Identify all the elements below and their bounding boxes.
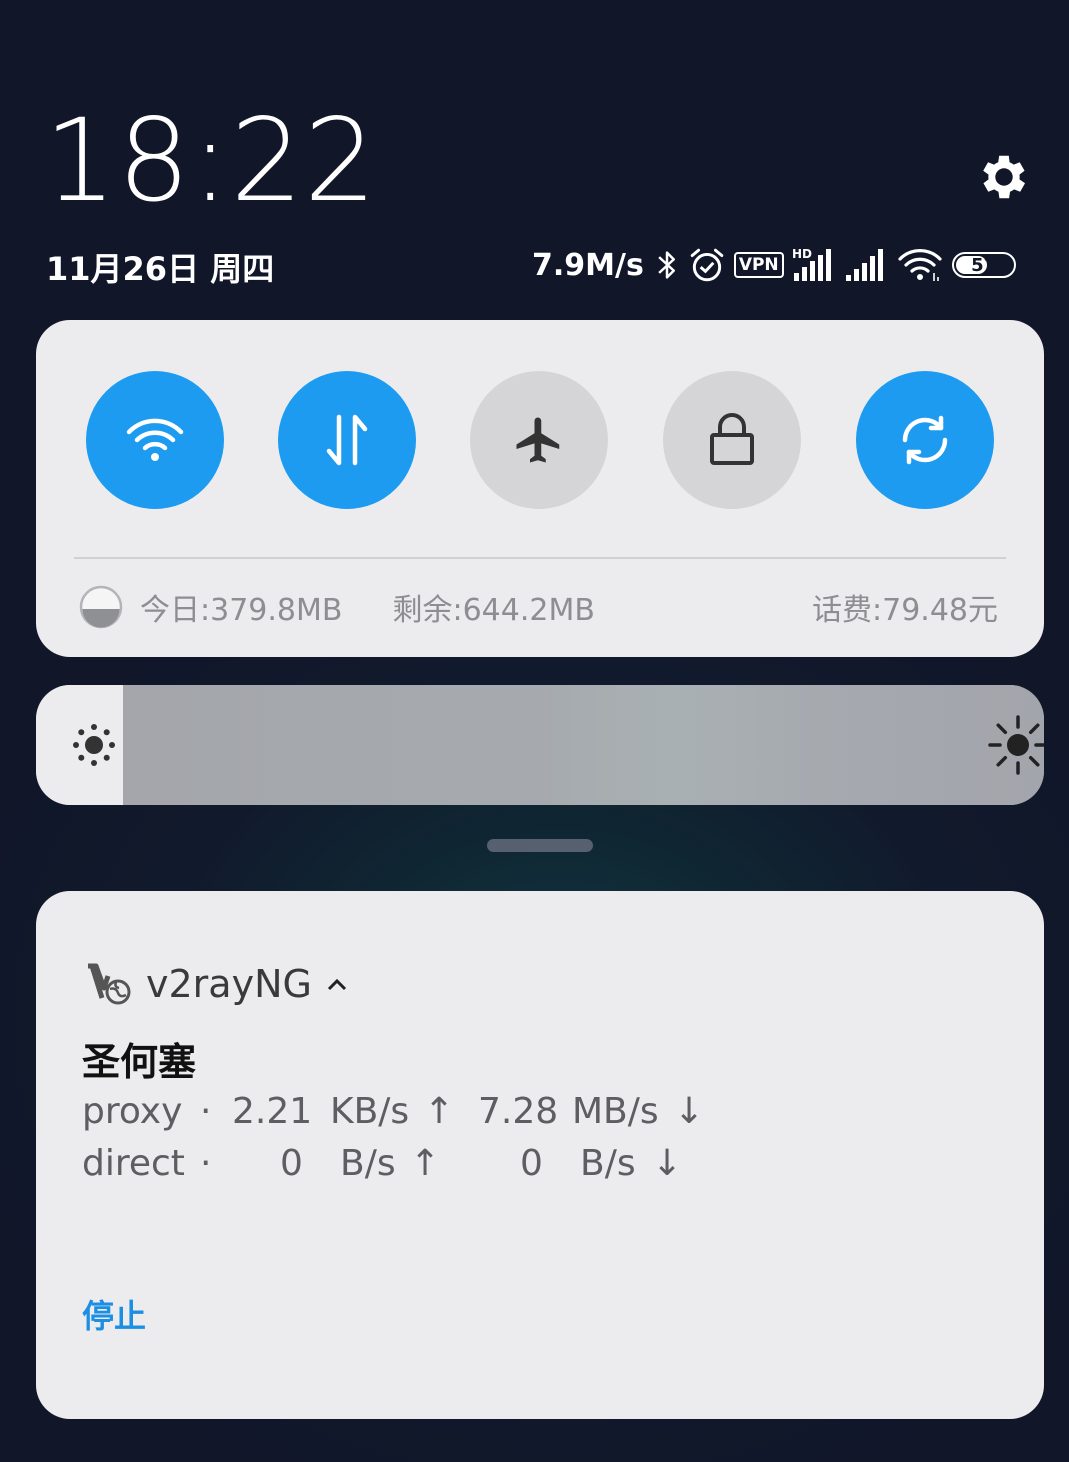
date[interactable]: 11月26日 周四	[46, 244, 274, 290]
auto-rotate-toggle[interactable]	[856, 371, 994, 509]
traffic-label: proxy	[82, 1091, 183, 1132]
upload-unit: KB/s	[330, 1091, 410, 1132]
phone-balance: 话费:79.48元	[812, 593, 998, 628]
data-usage-remaining: 剩余:644.2MB	[392, 593, 595, 628]
signal-icon	[845, 249, 883, 281]
download-arrow: ↓	[652, 1143, 683, 1184]
bluetooth-icon	[658, 251, 675, 279]
data-usage-today: 今日:379.8MB	[140, 593, 343, 628]
lock-toggle[interactable]	[663, 371, 801, 509]
mobile-data-toggle[interactable]	[278, 371, 416, 509]
notification-header[interactable]: v2rayNG	[86, 959, 348, 1009]
wifi-icon	[898, 249, 942, 281]
gear-icon[interactable]	[975, 148, 1033, 206]
v2rayng-notification[interactable]: v2rayNG 圣何塞 proxy · 2.21 KB/s ↑ 7.28 MB/…	[36, 891, 1044, 1419]
traffic-label: direct	[82, 1143, 185, 1184]
v2rayng-icon	[88, 963, 131, 1005]
download-value: 0	[520, 1143, 543, 1184]
upload-value: 2.21	[232, 1091, 313, 1132]
quick-settings-panel: 今日:379.8MB 剩余:644.2MB 话费:79.48元	[36, 320, 1044, 657]
divider	[74, 557, 1006, 559]
download-value: 7.28	[478, 1091, 559, 1132]
data-usage-row[interactable]: 今日:379.8MB 剩余:644.2MB 话费:79.48元	[78, 582, 998, 632]
upload-value: 0	[280, 1143, 303, 1184]
brightness-low-icon	[73, 724, 115, 766]
chevron-up-icon[interactable]	[326, 976, 348, 992]
hd-label: HD	[792, 247, 812, 261]
airplane-toggle[interactable]	[470, 371, 608, 509]
app-name: v2rayNG	[146, 962, 312, 1006]
upload-unit: B/s	[340, 1143, 396, 1184]
battery-level: 57	[971, 254, 997, 276]
brightness-track-fill	[123, 685, 1044, 805]
stop-button[interactable]: 停止	[82, 1291, 146, 1337]
data-usage-icon	[79, 585, 123, 629]
vpn-icon: VPN	[733, 252, 784, 278]
download-unit: B/s	[580, 1143, 636, 1184]
wifi-toggle[interactable]	[86, 371, 224, 509]
status-bar: 7.9M/s VPN HD 57	[532, 244, 1016, 286]
download-unit: MB/s	[572, 1091, 659, 1132]
battery-icon: 57	[951, 252, 1016, 278]
download-arrow: ↓	[674, 1091, 705, 1132]
brightness-high-icon	[988, 715, 1044, 775]
network-speed: 7.9M/s	[532, 247, 644, 283]
wifi-icon	[126, 418, 184, 461]
drag-handle[interactable]	[487, 839, 593, 852]
airplane-icon	[516, 417, 560, 463]
lock-icon	[710, 413, 754, 465]
hd-signal-icon: HD	[792, 247, 831, 281]
sync-icon	[902, 415, 948, 465]
traffic-separator: ·	[200, 1143, 212, 1184]
data-transfer-icon	[326, 414, 368, 466]
traffic-separator: ·	[200, 1091, 212, 1132]
notification-title: 圣何塞	[82, 1040, 197, 1084]
clock[interactable]: 18:22	[44, 104, 378, 218]
alarm-icon	[690, 248, 724, 282]
brightness-slider[interactable]	[36, 685, 1044, 805]
upload-arrow: ↑	[410, 1143, 441, 1184]
upload-arrow: ↑	[424, 1091, 455, 1132]
